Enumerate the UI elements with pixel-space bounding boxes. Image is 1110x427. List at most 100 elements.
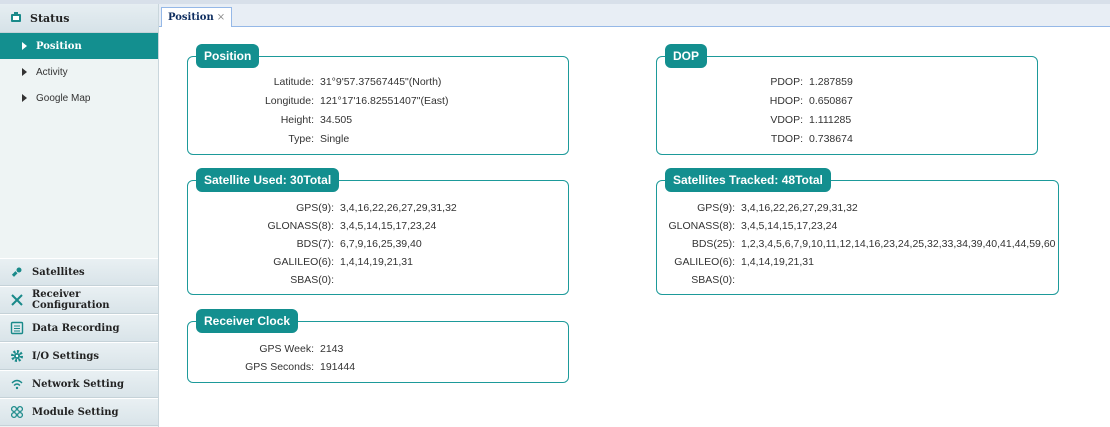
sidebar-status-header[interactable]: Status — [0, 4, 158, 33]
sidebar-status-label: Status — [30, 11, 70, 25]
sidebar-item-label: Satellites — [32, 266, 85, 278]
hdop-label: HDOP: — [769, 95, 803, 107]
gps-week-row: GPS Week: 2143 — [188, 340, 343, 358]
used-glonass-row: GLONASS(8): 3,4,5,14,15,17,23,24 — [188, 217, 436, 235]
sidebar-item-data-recording[interactable]: Data Recording — [0, 314, 158, 342]
gps-week-value: 2143 — [320, 343, 344, 355]
tdop-label: TDOP: — [770, 133, 803, 145]
caret-right-icon — [22, 68, 27, 76]
used-bds-value: 6,7,9,16,25,39,40 — [340, 238, 422, 250]
satellite-used-title: Satellite Used: 30Total — [196, 168, 340, 192]
type-value: Single — [320, 133, 350, 145]
sidebar-item-network-setting[interactable]: Network Setting — [0, 370, 158, 398]
sidebar-item-label: Position — [36, 40, 82, 52]
sidebar-item-label: Activity — [36, 66, 68, 78]
satellites-tracked-title: Satellites Tracked: 48Total — [665, 168, 831, 192]
height-row: Height: 34.505 — [188, 111, 352, 129]
hdop-value: 0.650867 — [809, 95, 853, 107]
tracked-galileo-row: GALILEO(6): 1,4,14,19,21,31 — [657, 253, 814, 271]
vdop-row: VDOP: 1.111285 — [657, 111, 851, 129]
sidebar-item-label: Data Recording — [32, 322, 120, 334]
sidebar-item-label: Receiver Configuration — [32, 289, 110, 311]
tracked-glonass-row: GLONASS(8): 3,4,5,14,15,17,23,24 — [657, 217, 837, 235]
caret-right-icon — [22, 42, 27, 50]
used-bds-row: BDS(7): 6,7,9,16,25,39,40 — [188, 235, 422, 253]
position-panel: Position Latitude: 31°9'57.37567445"(Nort… — [187, 44, 569, 155]
latitude-row: Latitude: 31°9'57.37567445"(North) — [188, 73, 442, 91]
tracked-gps-label: GPS(9): — [697, 202, 735, 214]
module-icon — [10, 405, 24, 419]
sidebar-item-label: Module Setting — [32, 406, 119, 418]
height-value: 34.505 — [320, 114, 353, 126]
dop-title: DOP — [665, 44, 708, 68]
tracked-bds-row: BDS(25): 1,2,3,4,5,6,7,9,10,11,12,14,16,2… — [657, 235, 1056, 253]
tab-position[interactable]: Position × — [161, 7, 233, 27]
longitude-label: Longitude: — [264, 95, 314, 107]
tracked-galileo-value: 1,4,14,19,21,31 — [741, 256, 814, 268]
used-galileo-value: 1,4,14,19,21,31 — [340, 256, 413, 268]
sidebar-item-satellites[interactable]: Satellites — [0, 258, 158, 286]
tab-label: Position — [168, 12, 214, 23]
receiver-clock-panel: Receiver Clock GPS Week: 2143 GPS Seconds… — [187, 309, 569, 383]
tdop-row: TDOP: 0.738674 — [657, 130, 853, 148]
latitude-label: Latitude: — [273, 76, 314, 88]
tracked-glonass-value: 3,4,5,14,15,17,23,24 — [741, 220, 838, 232]
longitude-row: Longitude: 121°17'16.82551407"(East) — [188, 92, 449, 110]
used-gps-row: GPS(9): 3,4,16,22,26,27,29,31,32 — [188, 199, 457, 217]
tracked-gps-row: GPS(9): 3,4,16,22,26,27,29,31,32 — [657, 199, 858, 217]
tdop-value: 0.738674 — [809, 133, 853, 145]
gear-icon — [10, 349, 24, 363]
tools-icon — [10, 293, 24, 307]
wifi-icon — [10, 377, 24, 391]
used-bds-label: BDS(7): — [296, 238, 334, 250]
sidebar-item-io-settings[interactable]: I/O Settings — [0, 342, 158, 370]
used-sbas-label: SBAS(0): — [290, 274, 334, 286]
tracked-glonass-label: GLONASS(8): — [668, 220, 735, 232]
used-galileo-row: GALILEO(6): 1,4,14,19,21,31 — [188, 253, 413, 271]
sidebar-item-module-setting[interactable]: Module Setting — [0, 398, 158, 426]
hdop-row: HDOP: 0.650867 — [657, 92, 853, 110]
status-icon — [10, 12, 22, 24]
satellite-used-panel: Satellite Used: 30Total GPS(9): 3,4,16,22… — [187, 168, 569, 295]
pdop-label: PDOP: — [770, 76, 803, 88]
used-glonass-label: GLONASS(8): — [267, 220, 334, 232]
used-gps-label: GPS(9): — [296, 202, 334, 214]
used-galileo-label: GALILEO(6): — [273, 256, 334, 268]
list-icon — [10, 321, 24, 335]
vdop-label: VDOP: — [770, 114, 803, 126]
latitude-value: 31°9'57.37567445"(North) — [320, 76, 442, 88]
dop-panel: DOP PDOP: 1.287859 HDOP: 0.650867 VDOP: 1.1… — [656, 44, 1038, 155]
sidebar: Status Position Activity Google Map Sate… — [0, 4, 159, 427]
sidebar-item-label: Network Setting — [32, 378, 124, 390]
sidebar-item-label: Google Map — [36, 92, 91, 104]
used-sbas-value — [334, 271, 340, 289]
pdop-row: PDOP: 1.287859 — [657, 73, 852, 91]
sidebar-menu: Satellites Receiver Configuration Data R… — [0, 258, 158, 426]
close-icon[interactable]: × — [217, 12, 225, 23]
gps-seconds-value: 191444 — [320, 361, 356, 373]
longitude-value: 121°17'16.82551407"(East) — [320, 95, 449, 107]
type-label: Type: — [288, 133, 314, 145]
tracked-bds-value: 1,2,3,4,5,6,7,9,10,11,12,14,16,23,24,25,… — [741, 238, 1056, 250]
sidebar-item-receiver-configuration[interactable]: Receiver Configuration — [0, 286, 158, 314]
tracked-gps-value: 3,4,16,22,26,27,29,31,32 — [741, 202, 858, 214]
sidebar-item-google-map[interactable]: Google Map — [0, 85, 158, 111]
sidebar-item-label: I/O Settings — [32, 350, 100, 362]
position-title: Position — [196, 44, 260, 68]
gps-seconds-row: GPS Seconds: 191444 — [188, 358, 355, 376]
type-row: Type: Single — [188, 130, 349, 148]
tracked-bds-label: BDS(25): — [691, 238, 735, 250]
used-gps-value: 3,4,16,22,26,27,29,31,32 — [340, 202, 457, 214]
caret-right-icon — [22, 94, 27, 102]
tracked-galileo-label: GALILEO(6): — [674, 256, 735, 268]
used-glonass-value: 3,4,5,14,15,17,23,24 — [340, 220, 437, 232]
gps-seconds-label: GPS Seconds: — [245, 361, 314, 373]
sidebar-item-position[interactable]: Position — [0, 33, 158, 59]
tab-bar: Position × — [159, 4, 1110, 27]
satellites-tracked-panel: Satellites Tracked: 48Total GPS(9): 3,4,1… — [656, 168, 1059, 295]
satellite-icon — [10, 265, 24, 279]
tracked-sbas-value — [735, 271, 741, 289]
vdop-value: 1.111285 — [809, 114, 852, 126]
tracked-sbas-row: SBAS(0): — [657, 271, 741, 289]
sidebar-item-activity[interactable]: Activity — [0, 59, 158, 85]
